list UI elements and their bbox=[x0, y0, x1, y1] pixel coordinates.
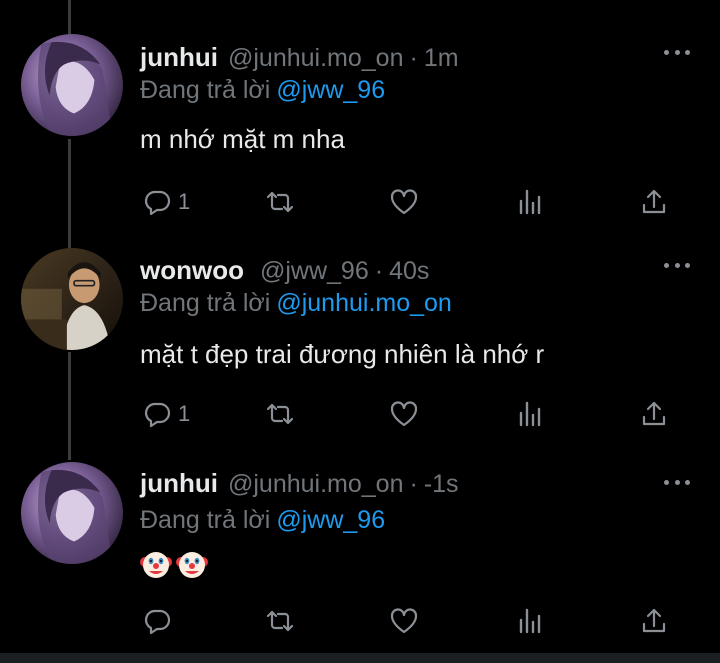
avatar[interactable] bbox=[21, 462, 123, 564]
user-handle[interactable]: @jww_96 bbox=[260, 257, 369, 285]
reply-button[interactable]: 1 bbox=[142, 394, 190, 434]
timestamp[interactable]: -1s bbox=[424, 470, 459, 498]
tweet-text: m nhớ mặt m nha bbox=[140, 124, 345, 154]
clown-face-icon bbox=[140, 552, 172, 578]
more-icon[interactable] bbox=[664, 478, 690, 486]
user-handle[interactable]: @junhui.mo_on bbox=[228, 44, 404, 72]
user-handle[interactable]: @junhui.mo_on bbox=[228, 470, 404, 498]
thread-connector bbox=[68, 0, 71, 35]
share-button[interactable] bbox=[639, 601, 669, 641]
retweet-button[interactable] bbox=[265, 182, 301, 222]
views-button[interactable] bbox=[515, 182, 545, 222]
display-name[interactable]: junhui bbox=[140, 468, 218, 499]
tweet-actions: 1 bbox=[0, 394, 720, 434]
reply-prefix: Đang trả lời bbox=[140, 506, 271, 534]
reply-context: Đang trả lời @jww_96 bbox=[140, 506, 385, 535]
meta-separator: · bbox=[409, 470, 418, 498]
avatar-image-junhui bbox=[21, 34, 123, 136]
tweet-meta: @junhui.mo_on · 1m bbox=[228, 44, 459, 73]
share-button[interactable] bbox=[639, 182, 669, 222]
share-icon bbox=[642, 608, 666, 633]
reply-mention[interactable]: @jww_96 bbox=[276, 76, 385, 104]
bottom-divider bbox=[0, 653, 720, 663]
reply-mention[interactable]: @junhui.mo_on bbox=[276, 289, 452, 317]
reply-count: 1 bbox=[178, 189, 191, 214]
avatar-image-junhui bbox=[21, 462, 123, 564]
tweet-meta: @jww_96 · 40s bbox=[260, 257, 429, 286]
meta-separator: · bbox=[409, 44, 418, 72]
retweet-button[interactable] bbox=[265, 394, 301, 434]
reply-context: Đang trả lời @junhui.mo_on bbox=[140, 289, 452, 318]
reply-icon bbox=[144, 190, 171, 216]
views-icon bbox=[519, 401, 541, 427]
like-button[interactable] bbox=[389, 182, 425, 222]
more-icon[interactable] bbox=[664, 261, 690, 269]
tweet-thread: junhui @junhui.mo_on · 1m Đang trả lời @jww… bbox=[0, 0, 720, 663]
tweet-meta: @junhui.mo_on · -1s bbox=[228, 470, 459, 499]
views-icon bbox=[519, 189, 541, 215]
timestamp[interactable]: 40s bbox=[389, 257, 429, 285]
share-button[interactable] bbox=[639, 394, 669, 434]
reply-icon bbox=[144, 609, 171, 635]
avatar[interactable] bbox=[21, 34, 123, 136]
retweet-button[interactable] bbox=[265, 601, 301, 641]
views-icon bbox=[519, 608, 541, 634]
like-button[interactable] bbox=[389, 394, 425, 434]
retweet-icon bbox=[266, 403, 294, 425]
avatar-image-wonwoo bbox=[21, 248, 123, 350]
reply-button[interactable]: 1 bbox=[142, 182, 190, 222]
timestamp[interactable]: 1m bbox=[424, 44, 459, 72]
views-button[interactable] bbox=[515, 394, 545, 434]
tweet-emoji-content bbox=[140, 548, 208, 580]
share-icon bbox=[642, 189, 666, 214]
display-name[interactable]: wonwoo bbox=[140, 255, 244, 286]
retweet-icon bbox=[266, 191, 294, 213]
tweet-actions: 1 bbox=[0, 182, 720, 222]
tweet-header: junhui @junhui.mo_on · -1s bbox=[140, 468, 459, 504]
like-icon bbox=[390, 189, 418, 215]
tweet-actions bbox=[0, 601, 720, 641]
share-icon bbox=[642, 401, 666, 426]
reply-count: 1 bbox=[178, 401, 191, 426]
avatar[interactable] bbox=[21, 248, 123, 350]
display-name[interactable]: junhui bbox=[140, 42, 218, 73]
more-icon[interactable] bbox=[664, 48, 690, 56]
reply-prefix: Đang trả lời bbox=[140, 76, 271, 104]
reply-icon bbox=[144, 402, 171, 428]
like-button[interactable] bbox=[389, 601, 425, 641]
clown-face-icon bbox=[176, 552, 208, 578]
retweet-icon bbox=[266, 610, 294, 632]
like-icon bbox=[390, 608, 418, 634]
like-icon bbox=[390, 401, 418, 427]
reply-prefix: Đang trả lời bbox=[140, 289, 271, 317]
views-button[interactable] bbox=[515, 601, 545, 641]
meta-separator: · bbox=[374, 257, 384, 285]
reply-mention[interactable]: @jww_96 bbox=[276, 506, 385, 534]
reply-button[interactable] bbox=[142, 601, 178, 641]
tweet-text: mặt t đẹp trai đương nhiên là nhớ r bbox=[140, 339, 545, 369]
reply-context: Đang trả lời @jww_96 bbox=[140, 76, 385, 105]
tweet-header: junhui @junhui.mo_on · 1m bbox=[140, 42, 459, 78]
tweet-header: wonwoo @jww_96 · 40s bbox=[140, 255, 429, 291]
